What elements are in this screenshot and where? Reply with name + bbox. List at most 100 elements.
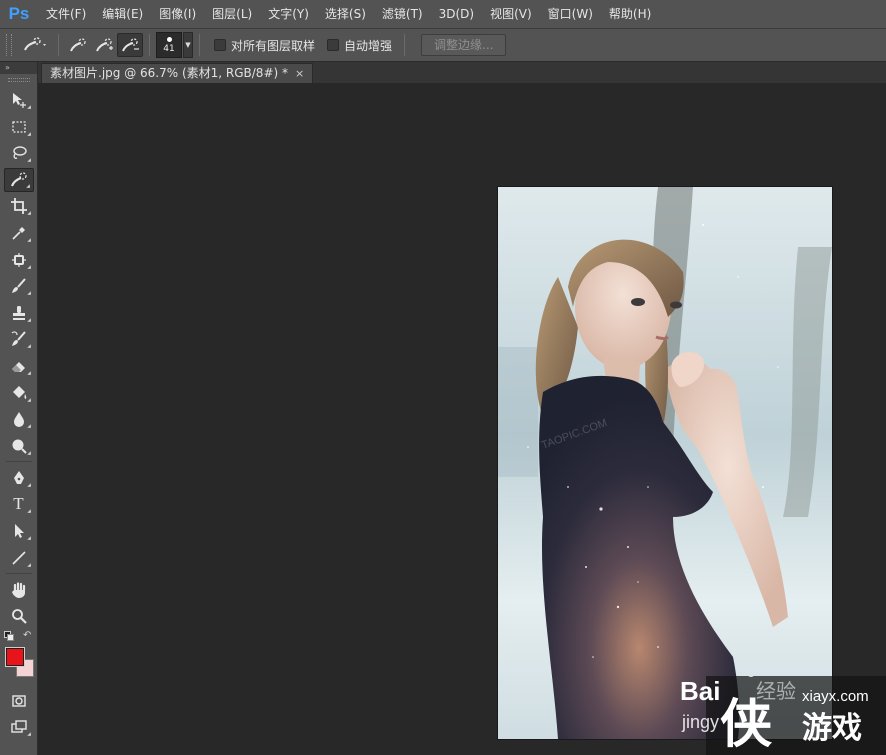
quick-selection-icon — [24, 37, 46, 51]
auto-enhance-label: 自动增强 — [344, 38, 393, 53]
pen-tool[interactable] — [4, 466, 34, 490]
clone-stamp-tool-icon — [12, 305, 25, 320]
move-tool-icon — [12, 93, 26, 108]
rectangular-marquee-tool-icon — [11, 120, 26, 133]
eyedropper-tool[interactable] — [4, 221, 34, 245]
new-selection-button[interactable] — [65, 33, 91, 57]
quick-mask-icon — [11, 694, 26, 707]
photoshop-logo: Ps — [8, 4, 30, 23]
line-tool[interactable] — [4, 546, 34, 570]
zoom-tool[interactable] — [4, 604, 34, 628]
svg-text:侠: 侠 — [720, 695, 772, 755]
sample-all-layers-label: 对所有图层取样 — [231, 38, 316, 53]
menu-type[interactable]: 文字(Y) — [260, 0, 317, 28]
pen-tool-icon — [13, 470, 24, 484]
menu-filter[interactable]: 滤镜(T) — [374, 0, 431, 28]
spot-healing-tool-icon — [11, 252, 26, 267]
menu-help[interactable]: 帮助(H) — [601, 0, 659, 28]
type-tool[interactable]: T — [4, 492, 34, 516]
options-separator — [404, 34, 406, 56]
brush-size-picker[interactable]: 41 — [156, 32, 182, 58]
tool-preset-picker[interactable] — [18, 33, 52, 57]
brush-tool-icon — [11, 278, 26, 294]
document-tab-title: 素材图片.jpg @ 66.7% (素材1, RGB/8#) * — [50, 66, 288, 80]
add-to-selection-button[interactable] — [91, 33, 117, 57]
screen-mode-button[interactable] — [4, 715, 34, 739]
close-icon[interactable]: × — [295, 64, 304, 83]
options-separator — [149, 34, 150, 56]
woman-portrait-image: TAOPIC.COM — [498, 187, 832, 739]
document-tab-bar: 素材图片.jpg @ 66.7% (素材1, RGB/8#) * × — [38, 62, 886, 83]
spot-healing-tool[interactable] — [4, 248, 34, 272]
brush-tool[interactable] — [4, 274, 34, 298]
lasso-tool-icon — [12, 146, 27, 160]
clone-stamp-tool[interactable] — [4, 301, 34, 325]
options-separator — [199, 34, 200, 56]
tools-panel-grip[interactable] — [7, 78, 30, 82]
default-colors-icon[interactable] — [4, 630, 16, 641]
refine-edge-button[interactable]: 调整边缘... — [421, 34, 507, 56]
dodge-tool-icon — [12, 439, 27, 454]
quick-selection-tool[interactable] — [3, 167, 34, 192]
menu-3d[interactable]: 3D(D) — [431, 0, 482, 28]
rectangular-marquee-tool[interactable] — [4, 115, 34, 139]
document-tab[interactable]: 素材图片.jpg @ 66.7% (素材1, RGB/8#) * × — [41, 63, 314, 83]
swap-colors-icon[interactable]: ↶ — [23, 630, 31, 641]
quick-mask-button[interactable] — [4, 689, 34, 713]
paint-bucket-tool-icon — [12, 385, 26, 399]
tools-panel: » T ↶ — [0, 62, 38, 755]
toolbar-separator — [5, 460, 32, 462]
blur-tool[interactable] — [4, 407, 34, 431]
path-selection-tool-icon — [14, 523, 24, 538]
menu-file[interactable]: 文件(F) — [38, 0, 94, 28]
auto-enhance-checkbox[interactable] — [327, 39, 340, 51]
brush-picker-dropdown[interactable]: ▼ — [183, 32, 193, 58]
eraser-tool[interactable] — [4, 354, 34, 378]
svg-text:游戏: 游戏 — [802, 711, 862, 746]
lasso-tool[interactable] — [4, 141, 34, 165]
move-tool[interactable] — [4, 88, 34, 112]
crop-tool-icon — [10, 198, 27, 215]
menu-window[interactable]: 窗口(W) — [540, 0, 601, 28]
eyedropper-tool-icon — [11, 226, 25, 240]
svg-text:xiayx.com: xiayx.com — [802, 688, 869, 705]
menu-bar: Ps 文件(F) 编辑(E) 图像(I) 图层(L) 文字(Y) 选择(S) 滤… — [0, 0, 886, 28]
subtract-from-selection-button[interactable] — [117, 33, 143, 57]
color-swatches: ↶ — [1, 630, 37, 687]
new-selection-icon — [70, 38, 86, 52]
path-selection-tool[interactable] — [4, 519, 34, 543]
add-to-selection-icon — [96, 38, 113, 52]
type-tool-icon: T — [13, 494, 24, 514]
zoom-tool-icon — [11, 609, 27, 624]
menu-view[interactable]: 视图(V) — [482, 0, 540, 28]
history-brush-tool[interactable] — [4, 327, 34, 351]
menu-layer[interactable]: 图层(L) — [204, 0, 260, 28]
dodge-tool[interactable] — [4, 434, 34, 458]
menu-edit[interactable]: 编辑(E) — [94, 0, 151, 28]
options-bar: 41 ▼ 对所有图层取样 自动增强 调整边缘... — [0, 28, 886, 62]
blur-tool-icon — [13, 412, 24, 428]
hand-tool[interactable] — [4, 578, 34, 602]
paint-bucket-tool[interactable] — [4, 381, 34, 405]
crop-tool[interactable] — [4, 194, 34, 218]
screen-mode-icon — [10, 720, 27, 733]
menu-image[interactable]: 图像(I) — [151, 0, 204, 28]
eraser-tool-icon — [11, 361, 25, 372]
photoshop-window: Ps 文件(F) 编辑(E) 图像(I) 图层(L) 文字(Y) 选择(S) 滤… — [0, 0, 886, 755]
sample-all-layers-option[interactable]: 对所有图层取样 — [214, 37, 315, 54]
hand-tool-icon — [11, 581, 25, 598]
options-separator — [58, 34, 59, 56]
document-image[interactable]: TAOPIC.COM — [498, 187, 832, 739]
sample-all-layers-checkbox[interactable] — [214, 39, 226, 51]
brush-tip-icon — [166, 36, 172, 42]
canvas-area[interactable]: TAOPIC.COM — [38, 83, 886, 755]
auto-enhance-option[interactable]: 自动增强 — [327, 37, 392, 54]
options-bar-grip[interactable] — [6, 34, 12, 56]
collapse-panel-button[interactable]: » — [0, 62, 37, 74]
subtract-from-selection-icon — [122, 38, 139, 52]
xiayx-logo: xiayx.com 侠 游戏 — [720, 688, 869, 755]
foreground-color-swatch[interactable] — [6, 647, 24, 666]
quick-selection-tool-icon — [10, 172, 27, 187]
toolbar-separator — [5, 572, 32, 574]
menu-select[interactable]: 选择(S) — [317, 0, 374, 28]
